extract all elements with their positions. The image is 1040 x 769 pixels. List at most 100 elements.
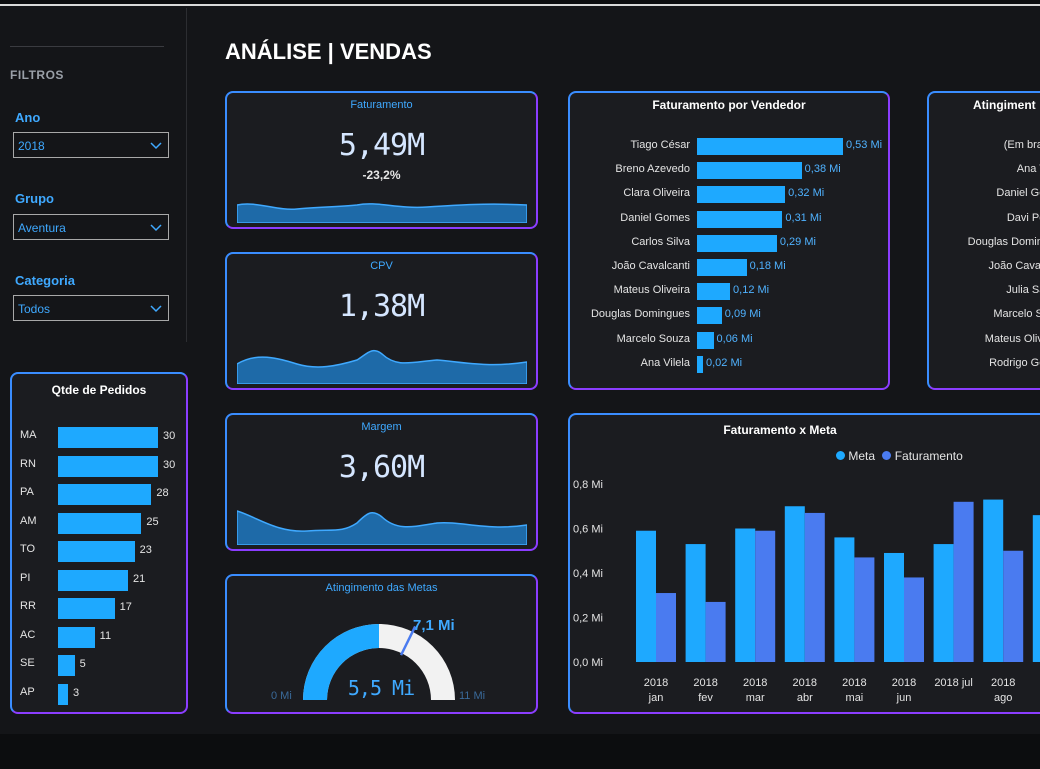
pedidos-bar[interactable] xyxy=(58,455,158,477)
sidebar-vertical-divider xyxy=(186,8,187,342)
sidebar-divider xyxy=(10,46,164,47)
pedidos-bar[interactable] xyxy=(58,541,135,562)
pedidos-bar-label: TO xyxy=(20,543,36,555)
pedidos-bar-label: AM xyxy=(20,514,37,527)
x-tick-label: 2018 xyxy=(743,677,767,689)
y-tick-label: 0,8 Mi xyxy=(573,479,603,491)
meta-bar[interactable] xyxy=(983,499,1004,662)
faturamento-bar[interactable] xyxy=(804,512,825,662)
atingimento-row-label: Marcelo So xyxy=(993,308,1040,321)
vendedor-bar[interactable] xyxy=(697,307,722,325)
pedidos-bar-value: 23 xyxy=(139,544,152,556)
x-tick-label: 2018 xyxy=(842,677,866,689)
filter-categoria-select[interactable]: Todos xyxy=(13,295,169,321)
filter-grupo-select[interactable]: Aventura xyxy=(13,214,169,240)
faturamento-sparkline xyxy=(237,203,527,223)
faturamento-bar[interactable] xyxy=(904,577,924,662)
meta-bar[interactable] xyxy=(784,506,805,662)
pedidos-bar-value: 3 xyxy=(73,686,80,699)
page-title: ANÁLISE | VENDAS xyxy=(225,39,432,64)
pedidos-bar-value: 30 xyxy=(163,430,176,442)
vendedor-bar[interactable] xyxy=(697,138,843,155)
vendedor-bar[interactable] xyxy=(697,210,783,228)
pedidos-bar[interactable] xyxy=(58,512,142,534)
gauge-card[interactable]: Atingimento das Metas 5,5 Mi 7,1 Mi 0 Mi… xyxy=(225,574,538,714)
vendedor-bar[interactable] xyxy=(697,234,777,252)
vendedor-bar[interactable] xyxy=(697,259,747,276)
atingimento-card: Atingiment (Em bran Ana Vi Daniel Gor Davi … xyxy=(927,91,1040,390)
pedidos-bar[interactable] xyxy=(58,484,152,505)
vendedor-bar-value: 0,53 Mi xyxy=(846,139,883,151)
faturamento-bar[interactable] xyxy=(755,530,776,662)
gauge-min-label: 0 Mi xyxy=(271,690,292,702)
margem-sparkline xyxy=(237,510,527,545)
pedidos-bar[interactable] xyxy=(58,626,95,648)
filter-ano-value: 2018 xyxy=(18,139,45,153)
pedidos-bar-value: 25 xyxy=(146,515,159,528)
kpi-cpv-value: 1,38M xyxy=(338,289,425,324)
vendedor-bar-value: 0,02 Mi xyxy=(706,356,743,369)
vendedor-bar-label: Douglas Domingues xyxy=(590,308,690,321)
filter-ano-select[interactable]: 2018 xyxy=(13,132,169,158)
pedidos-bar-label: AP xyxy=(20,685,35,698)
pedidos-bar-label: PA xyxy=(20,486,34,498)
kpi-margem-title: Margem xyxy=(361,421,402,433)
atingimento-row-label: Mateus Olive xyxy=(984,332,1040,345)
vendedor-bar[interactable] xyxy=(697,283,731,301)
pedidos-bar[interactable] xyxy=(58,569,128,591)
vendedor-bar-label: Tiago César xyxy=(630,139,690,151)
vendedor-bar-value: 0,31 Mi xyxy=(785,211,822,224)
kpi-faturamento-delta: -23,2% xyxy=(362,168,401,182)
atingimento-row-label: Julia Sar xyxy=(1006,284,1040,297)
faturamento-bar[interactable] xyxy=(953,501,974,662)
kpi-margem-card[interactable]: Margem 3,60M xyxy=(225,413,538,551)
meta-bar[interactable] xyxy=(884,552,904,662)
vendedor-bar[interactable] xyxy=(697,162,802,180)
vendedor-bar-value: 0,18 Mi xyxy=(749,260,786,272)
meta-bar[interactable] xyxy=(735,528,756,663)
faturamento-bar[interactable] xyxy=(1003,550,1024,662)
chevron-down-icon xyxy=(150,224,162,232)
faturamento-bar[interactable] xyxy=(854,557,875,662)
x-tick-label: 2018 xyxy=(693,677,717,689)
vendedor-bar-value: 0,38 Mi xyxy=(804,163,841,176)
pedidos-bar-value: 21 xyxy=(133,572,146,585)
atingimento-row-label: Douglas Doming xyxy=(967,235,1040,248)
pedidos-bar-value: 30 xyxy=(163,458,176,471)
vendedor-bar-value: 0,29 Mi xyxy=(779,235,816,248)
x-tick-label: abr xyxy=(797,692,813,704)
vendedor-bar-value: 0,12 Mi xyxy=(733,284,770,297)
pedidos-bar-label: RN xyxy=(20,457,36,470)
atingimento-title: Atingiment xyxy=(973,98,1036,112)
kpi-cpv-card[interactable]: CPV 1,38M xyxy=(225,252,538,390)
filter-grupo-value: Aventura xyxy=(18,221,66,235)
vendedor-bar-value: 0,09 Mi xyxy=(724,308,761,321)
meta-bar[interactable] xyxy=(636,530,656,662)
vendedor-bar[interactable] xyxy=(697,331,714,349)
faturamento-bar[interactable] xyxy=(656,593,676,662)
meta-bar[interactable] xyxy=(1032,515,1040,662)
x-tick-label: 2018 xyxy=(644,677,668,689)
chevron-down-icon xyxy=(150,305,162,313)
pedidos-bar-value: 11 xyxy=(99,629,112,642)
vendedor-bar-label: João Cavalcanti xyxy=(611,260,690,272)
atingimento-row-label: Davi Per xyxy=(1006,211,1040,224)
pedidos-bar[interactable] xyxy=(58,655,75,676)
vendedor-bar[interactable] xyxy=(697,355,703,373)
filter-categoria-value: Todos xyxy=(18,302,51,316)
vendedor-bar[interactable] xyxy=(697,186,786,204)
faturamento-meta-card: Faturamento x Meta Meta Faturamento 0,8 … xyxy=(568,413,1040,714)
pedidos-bar[interactable] xyxy=(58,427,158,448)
pedidos-bar[interactable] xyxy=(58,598,115,619)
meta-bar[interactable] xyxy=(933,544,954,662)
kpi-faturamento-value: 5,49M xyxy=(338,128,425,163)
pedidos-title: Qtde de Pedidos xyxy=(51,383,147,397)
x-tick-label: 2018 xyxy=(793,677,817,689)
faturamento-bar[interactable] xyxy=(705,601,726,662)
gauge-max-label: 11 Mi xyxy=(459,690,486,702)
meta-bar[interactable] xyxy=(685,544,706,662)
meta-bar[interactable] xyxy=(834,537,855,662)
kpi-faturamento-card[interactable]: Faturamento 5,49M -23,2% xyxy=(225,91,538,229)
pedidos-bar[interactable] xyxy=(58,683,68,705)
vendedor-bar-value: 0,06 Mi xyxy=(716,332,753,345)
